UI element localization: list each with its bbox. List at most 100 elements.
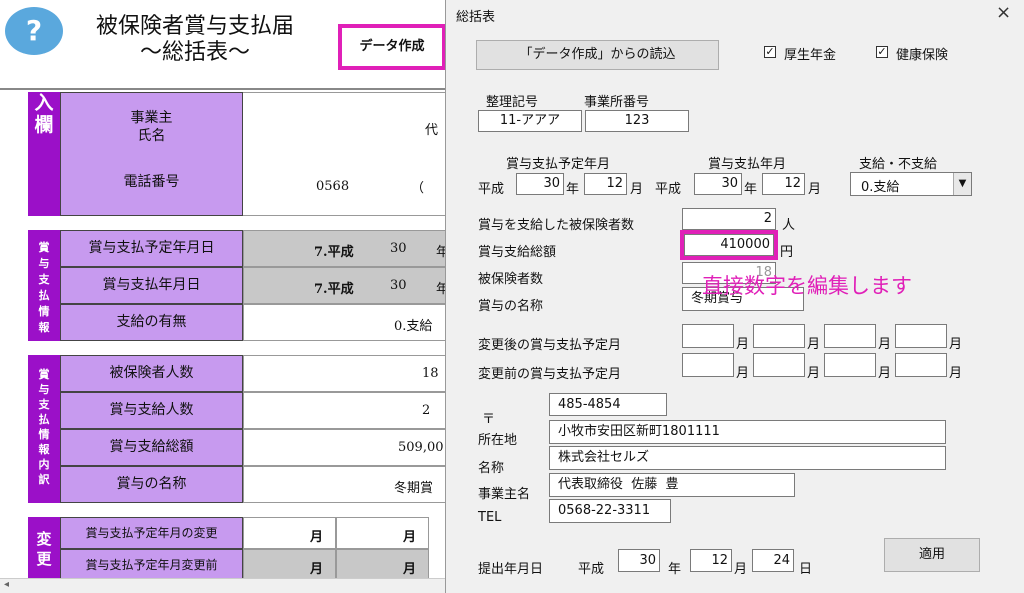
pay-info-side-label: 賞 与 支 払 情 報 xyxy=(28,230,60,341)
change-row-month-unit: 月 xyxy=(310,530,324,545)
submit-day-input[interactable]: 24 xyxy=(752,549,794,572)
breakdown-row-label: 賞与支給総額 xyxy=(60,429,243,466)
before-change-month-input[interactable] xyxy=(682,353,734,377)
paid-count-label: 賞与を支給した被保険者数 xyxy=(478,218,635,233)
zip-input[interactable]: 485-4854 xyxy=(549,393,667,416)
after-change-month-input[interactable] xyxy=(682,324,734,348)
breakdown-row-value: 冬期賞 xyxy=(394,481,434,496)
pay-row-value: 7.平成 xyxy=(314,245,354,260)
submit-month-unit: 月 xyxy=(734,562,748,577)
breakdown-side-label: 賞 与 支 払 情 報 内 訳 xyxy=(28,355,60,503)
change-month-unit: 月 xyxy=(878,366,892,381)
owner-label: 事業主 氏名 xyxy=(130,110,173,144)
insured-count-label: 被保険者数 xyxy=(478,272,544,287)
change-row-month-unit: 月 xyxy=(403,530,417,545)
pay-row-label: 賞与支払年月日 xyxy=(60,267,243,304)
planned-month-input[interactable]: 12 xyxy=(584,173,627,195)
change-month-unit: 月 xyxy=(807,366,821,381)
actual-month-label: 賞与支払年月 xyxy=(708,157,787,172)
office-number-input[interactable]: 123 xyxy=(585,110,689,132)
owner-name-label: 事業主名 xyxy=(478,487,531,502)
breakdown-row-value-cell[interactable]: 18 xyxy=(243,355,448,392)
address-input[interactable]: 小牧市安田区新町1801111 xyxy=(549,420,946,444)
owner-value-cell[interactable]: 代 0568 （ xyxy=(243,92,448,216)
company-name-input[interactable]: 株式会社セルズ xyxy=(549,446,946,470)
before-change-month-input[interactable] xyxy=(895,353,947,377)
submit-era: 平成 xyxy=(578,562,605,577)
owner-name-input[interactable]: 代表取締役 佐藤 豊 xyxy=(549,473,795,497)
submit-year-input[interactable]: 30 xyxy=(618,549,660,572)
dialog-title: 総括表 xyxy=(456,10,496,25)
breakdown-row-value: 2 xyxy=(422,403,431,418)
planned-year-unit: 年 xyxy=(566,182,580,197)
after-change-month-input[interactable] xyxy=(753,324,805,348)
data-create-button[interactable]: データ作成 xyxy=(338,24,446,70)
close-icon[interactable]: × xyxy=(996,2,1011,23)
before-change-month-input[interactable] xyxy=(824,353,876,377)
sheet-title: 被保険者賞与支払届 ～総括表～ xyxy=(60,14,330,66)
owner-label-cell: 事業主 氏名 電話番号 xyxy=(60,92,243,216)
pension-checkbox-label: 厚生年金 xyxy=(784,48,837,63)
paid-count-input[interactable]: 2 xyxy=(682,208,776,230)
actual-month-input[interactable]: 12 xyxy=(762,173,805,195)
breakdown-row-label: 賞与支給人数 xyxy=(60,392,243,429)
pay-row-value: 0.支給 xyxy=(394,319,433,334)
seiri-input[interactable]: 11-アアア xyxy=(478,110,582,132)
change-month-unit: 月 xyxy=(736,337,750,352)
submit-month-input[interactable]: 12 xyxy=(690,549,732,572)
pension-checkbox[interactable]: ✓ xyxy=(764,46,776,58)
apply-button[interactable]: 適用 xyxy=(884,538,980,572)
scroll-left-icon[interactable]: ◂ xyxy=(4,579,9,590)
zip-label: 〒 xyxy=(482,412,496,427)
change-row-cell[interactable]: 月 xyxy=(336,517,429,549)
actual-month-unit: 月 xyxy=(808,182,822,197)
load-from-data-button[interactable]: 「データ作成」からの読込 xyxy=(476,40,719,70)
pay-row-label: 賞与支払予定年月日 xyxy=(60,230,243,267)
after-change-month-input[interactable] xyxy=(895,324,947,348)
seiri-label: 整理記号 xyxy=(486,95,539,110)
actual-year-unit: 年 xyxy=(744,182,758,197)
change-month-unit: 月 xyxy=(878,337,892,352)
sheet-title-line1: 被保険者賞与支払届 xyxy=(95,14,294,39)
before-change-month-input[interactable] xyxy=(753,353,805,377)
phone-label: 電話番号 xyxy=(123,174,180,190)
planned-year-input[interactable]: 30 xyxy=(516,173,564,195)
pay-type-select[interactable]: 0.支給 ▼ xyxy=(850,172,972,196)
actual-era: 平成 xyxy=(655,182,682,197)
owner-value: 代 xyxy=(425,123,439,138)
actual-year-input[interactable]: 30 xyxy=(694,173,742,195)
change-row-month-unit: 月 xyxy=(403,562,417,577)
sheet-divider xyxy=(0,88,448,90)
breakdown-row-value-cell[interactable]: 冬期賞 xyxy=(243,466,448,503)
office-number-label: 事業所番号 xyxy=(584,95,650,110)
submit-year-unit: 年 xyxy=(668,562,682,577)
change-row-cell[interactable]: 月 xyxy=(243,517,336,549)
spreadsheet-background: ? 被保険者賞与支払届 ～総括表～ データ作成 入 欄 事業主 氏名 電話番号 … xyxy=(0,0,448,593)
health-checkbox[interactable]: ✓ xyxy=(876,46,888,58)
bonus-name-label: 賞与の名称 xyxy=(478,299,544,314)
pay-row-value-cell[interactable]: 7.平成 30 年 xyxy=(243,267,448,304)
change-row-cell[interactable]: 月 xyxy=(336,549,429,581)
change-row-label: 賞与支払予定年月の変更 xyxy=(60,517,243,549)
person-unit: 人 xyxy=(782,218,796,233)
after-change-month-input[interactable] xyxy=(824,324,876,348)
before-change-label: 変更前の賞与支払予定月 xyxy=(478,367,622,382)
pay-row-value-cell[interactable]: 0.支給 xyxy=(243,304,448,341)
change-row-cell[interactable]: 月 xyxy=(243,549,336,581)
chevron-down-icon[interactable]: ▼ xyxy=(953,173,971,195)
sheet-horizontal-scrollbar[interactable]: ◂ xyxy=(0,578,448,593)
pay-row-value2: 30 xyxy=(390,278,407,293)
company-name-label: 名称 xyxy=(478,461,505,476)
total-highlight-box xyxy=(680,230,778,260)
edit-annotation: 直接数字を編集します xyxy=(702,274,912,298)
submit-date-label: 提出年月日 xyxy=(478,562,544,577)
breakdown-row-value-cell[interactable]: 2 xyxy=(243,392,448,429)
breakdown-row-value-cell[interactable]: 509,00 xyxy=(243,429,448,466)
help-icon[interactable]: ? xyxy=(5,7,63,55)
tel-input[interactable]: 0568-22-3311 xyxy=(549,499,671,523)
breakdown-row-value: 509,00 xyxy=(398,440,444,455)
pay-row-value-cell[interactable]: 7.平成 30 年 xyxy=(243,230,448,267)
tel-label: TEL xyxy=(478,510,502,525)
change-month-unit: 月 xyxy=(736,366,750,381)
change-month-unit: 月 xyxy=(949,366,963,381)
